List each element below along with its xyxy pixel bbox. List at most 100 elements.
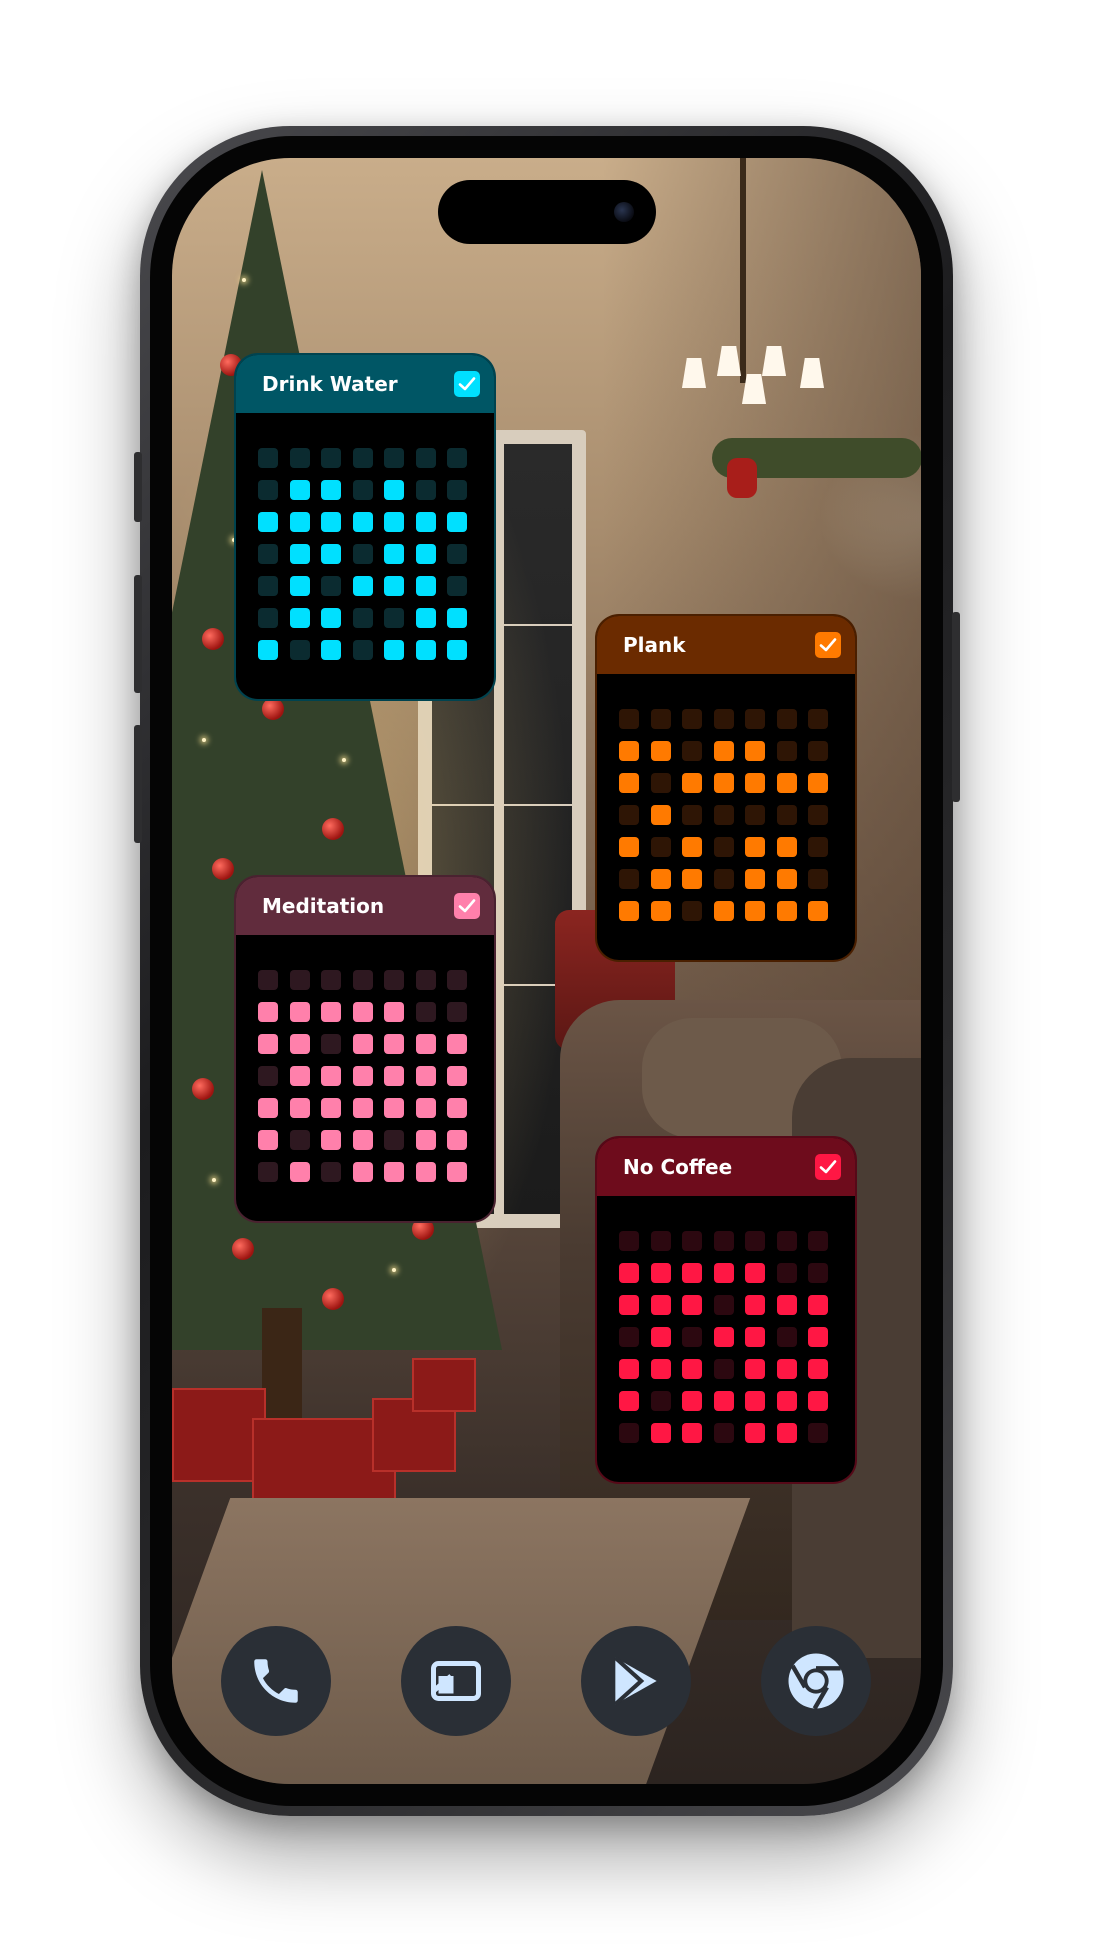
day-cell-missed: [258, 970, 278, 990]
day-cell-missed: [713, 837, 734, 857]
day-cell-missed: [352, 970, 373, 990]
day-cell-missed: [321, 576, 341, 596]
checkbox[interactable]: [454, 893, 480, 919]
checkmark-icon: [819, 1160, 837, 1174]
day-cell-missed: [776, 1231, 797, 1251]
day-cell-missed: [415, 1002, 436, 1022]
day-cell-done: [682, 1295, 702, 1315]
day-cell-missed: [808, 741, 828, 761]
widget-header: Plank: [597, 616, 855, 674]
day-cell-done: [258, 640, 278, 660]
day-cell-done: [321, 1002, 341, 1022]
dock-play-store-button[interactable]: [581, 1626, 691, 1736]
habit-grid: [258, 448, 467, 660]
day-cell-missed: [808, 709, 828, 729]
day-cell-done: [289, 1098, 310, 1118]
day-cell-done: [415, 512, 436, 532]
day-cell-done: [415, 1162, 436, 1182]
day-cell-done: [808, 1359, 828, 1379]
day-cell-done: [289, 1066, 310, 1086]
day-cell-done: [258, 512, 278, 532]
day-cell-missed: [808, 805, 828, 825]
play-store-icon: [613, 1656, 657, 1706]
day-cell-missed: [650, 709, 671, 729]
day-cell-done: [713, 1391, 734, 1411]
day-cell-done: [258, 1034, 278, 1054]
day-cell-missed: [713, 1359, 734, 1379]
day-cell-missed: [776, 1327, 797, 1347]
dock-chrome-button[interactable]: [761, 1626, 871, 1736]
day-cell-done: [650, 1327, 671, 1347]
day-cell-done: [650, 805, 671, 825]
day-cell-missed: [713, 709, 734, 729]
day-cell-done: [447, 1162, 467, 1182]
day-cell-done: [619, 1295, 639, 1315]
day-cell-missed: [808, 1263, 828, 1283]
day-cell-done: [776, 1423, 797, 1443]
checkbox[interactable]: [454, 371, 480, 397]
day-cell-missed: [321, 1162, 341, 1182]
day-cell-done: [258, 1002, 278, 1022]
day-cell-done: [713, 773, 734, 793]
day-cell-missed: [289, 640, 310, 660]
day-cell-missed: [352, 544, 373, 564]
day-cell-done: [321, 608, 341, 628]
day-cell-done: [745, 1263, 765, 1283]
day-cell-done: [352, 512, 373, 532]
day-cell-done: [745, 1327, 765, 1347]
day-cell-missed: [415, 970, 436, 990]
day-cell-done: [447, 1130, 467, 1150]
day-cell-done: [415, 1098, 436, 1118]
day-cell-done: [713, 1327, 734, 1347]
day-cell-missed: [289, 448, 310, 468]
day-cell-missed: [713, 805, 734, 825]
day-cell-done: [745, 773, 765, 793]
day-cell-missed: [258, 608, 278, 628]
day-cell-done: [352, 1034, 373, 1054]
day-cell-done: [384, 1098, 404, 1118]
habit-grid: [619, 1231, 828, 1443]
habit-widget-plank[interactable]: Plank: [597, 616, 855, 960]
day-cell-done: [776, 773, 797, 793]
day-cell-done: [650, 901, 671, 921]
day-cell-done: [682, 1391, 702, 1411]
checkbox[interactable]: [815, 632, 841, 658]
day-cell-missed: [321, 448, 341, 468]
power-button: [952, 612, 960, 802]
day-cell-done: [745, 741, 765, 761]
day-cell-missed: [258, 544, 278, 564]
day-cell-done: [650, 1295, 671, 1315]
dock-phone-button[interactable]: [221, 1626, 331, 1736]
day-cell-missed: [384, 448, 404, 468]
day-cell-done: [713, 901, 734, 921]
day-cell-done: [776, 869, 797, 889]
dock-gallery-button[interactable]: [401, 1626, 511, 1736]
day-cell-missed: [682, 709, 702, 729]
day-cell-missed: [776, 741, 797, 761]
day-cell-missed: [352, 480, 373, 500]
habit-widget-meditation[interactable]: Meditation: [236, 877, 494, 1221]
day-cell-done: [321, 480, 341, 500]
day-cell-done: [447, 512, 467, 532]
day-cell-done: [808, 1295, 828, 1315]
habit-widget-drink-water[interactable]: Drink Water: [236, 355, 494, 699]
day-cell-done: [776, 901, 797, 921]
widget-header: No Coffee: [597, 1138, 855, 1196]
habit-widget-no-coffee[interactable]: No Coffee: [597, 1138, 855, 1482]
day-cell-done: [384, 512, 404, 532]
checkbox[interactable]: [815, 1154, 841, 1180]
day-cell-missed: [352, 640, 373, 660]
day-cell-done: [321, 1098, 341, 1118]
day-cell-done: [619, 741, 639, 761]
day-cell-done: [808, 773, 828, 793]
widget-header: Meditation: [236, 877, 494, 935]
day-cell-done: [321, 1130, 341, 1150]
day-cell-done: [415, 1130, 436, 1150]
day-cell-done: [321, 512, 341, 532]
day-cell-done: [321, 544, 341, 564]
day-cell-done: [713, 741, 734, 761]
day-cell-done: [745, 1295, 765, 1315]
day-cell-done: [384, 480, 404, 500]
day-cell-done: [321, 640, 341, 660]
day-cell-done: [289, 1162, 310, 1182]
